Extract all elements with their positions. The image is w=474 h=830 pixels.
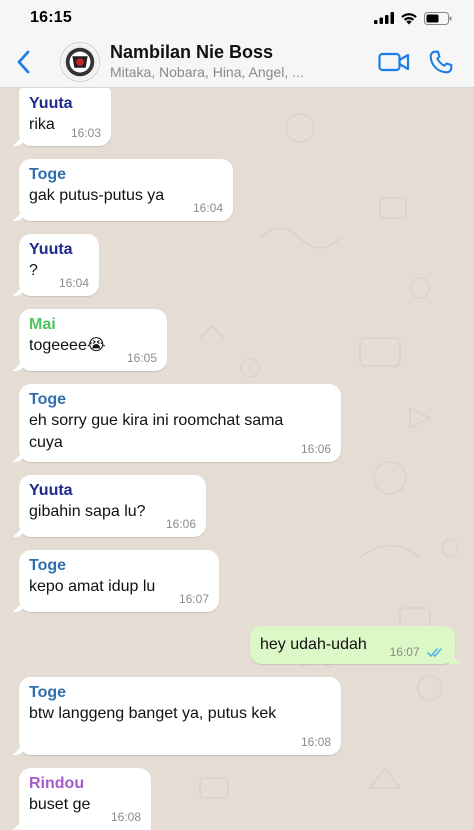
chat-header: Nambilan Nie Boss Mitaka, Nobara, Hina, …: [0, 36, 474, 88]
message-time: 16:06: [300, 442, 331, 456]
battery-icon: [424, 11, 452, 25]
status-time: 16:15: [30, 9, 72, 26]
message-bubble[interactable]: Rindou buset ge 16:08: [19, 768, 151, 830]
message-time: 16:04: [58, 276, 89, 290]
status-bar: 16:15: [0, 0, 474, 36]
back-button[interactable]: [0, 36, 30, 88]
status-icons: [374, 11, 452, 25]
group-name: Nambilan Nie Boss: [110, 42, 274, 62]
message-sender: Toge: [29, 557, 67, 574]
message-sender: Rindou: [29, 775, 85, 792]
message-sender: Toge: [29, 684, 67, 701]
group-members: Mitaka, Nobara, Hina, Angel, ...: [110, 64, 304, 80]
message-sender: Yuuta: [29, 95, 73, 112]
message-sender: Mai: [29, 316, 56, 333]
message-bubble[interactable]: Yuuta gibahin sapa lu? 16:06: [19, 475, 206, 537]
message-time: 16:04: [192, 201, 223, 215]
message-time: 16:03: [70, 126, 101, 140]
chat-area[interactable]: Yuuta rika 16:03 Toge gak putus-putus ya…: [0, 88, 474, 830]
read-receipt-icon: [427, 648, 442, 658]
message-bubble[interactable]: Yuuta rika 16:03: [19, 88, 111, 146]
message-time: 16:06: [165, 517, 196, 531]
chat-title[interactable]: Nambilan Nie Boss Mitaka, Nobara, Hina, …: [110, 42, 368, 81]
message-time: 16:08: [300, 735, 331, 749]
phone-icon: [429, 50, 453, 73]
message-bubble[interactable]: Yuuta ? 16:04: [19, 234, 99, 296]
voice-call-button[interactable]: [428, 49, 454, 75]
video-call-icon: [378, 52, 410, 71]
message-bubble[interactable]: Mai togeeee😭 16:05: [19, 309, 167, 371]
message-text: btw langgeng banget ya, putus kek: [29, 705, 277, 722]
message-sender: Yuuta: [29, 482, 73, 499]
message-time: 16:05: [126, 351, 157, 365]
group-avatar[interactable]: [60, 41, 100, 82]
message-bubble[interactable]: Toge kepo amat idup lu 16:07: [19, 550, 219, 612]
message-sender: Toge: [29, 166, 67, 183]
message-time: 16:07: [389, 645, 420, 659]
message-text: eh sorry gue kira ini roomchat sama cuya: [29, 412, 284, 451]
video-call-button[interactable]: [378, 52, 410, 72]
group-logo-icon: [61, 43, 99, 80]
message-time: 16:08: [110, 810, 141, 824]
message-bubble-outgoing[interactable]: hey udah-udah 16:07: [250, 626, 455, 664]
message-bubble[interactable]: Toge btw langgeng banget ya, putus kek 1…: [19, 677, 341, 755]
message-sender: Yuuta: [29, 241, 73, 258]
header-actions: [368, 49, 474, 75]
message-sender: Toge: [29, 391, 67, 408]
signal-icon: [374, 12, 394, 24]
wifi-icon: [401, 12, 417, 24]
message-bubble[interactable]: Toge eh sorry gue kira ini roomchat sama…: [19, 384, 341, 462]
chevron-left-icon: [17, 50, 30, 73]
message-bubble[interactable]: Toge gak putus-putus ya 16:04: [19, 159, 233, 221]
message-time: 16:07: [178, 592, 209, 606]
message-time-wrap: 16:07: [390, 645, 445, 659]
